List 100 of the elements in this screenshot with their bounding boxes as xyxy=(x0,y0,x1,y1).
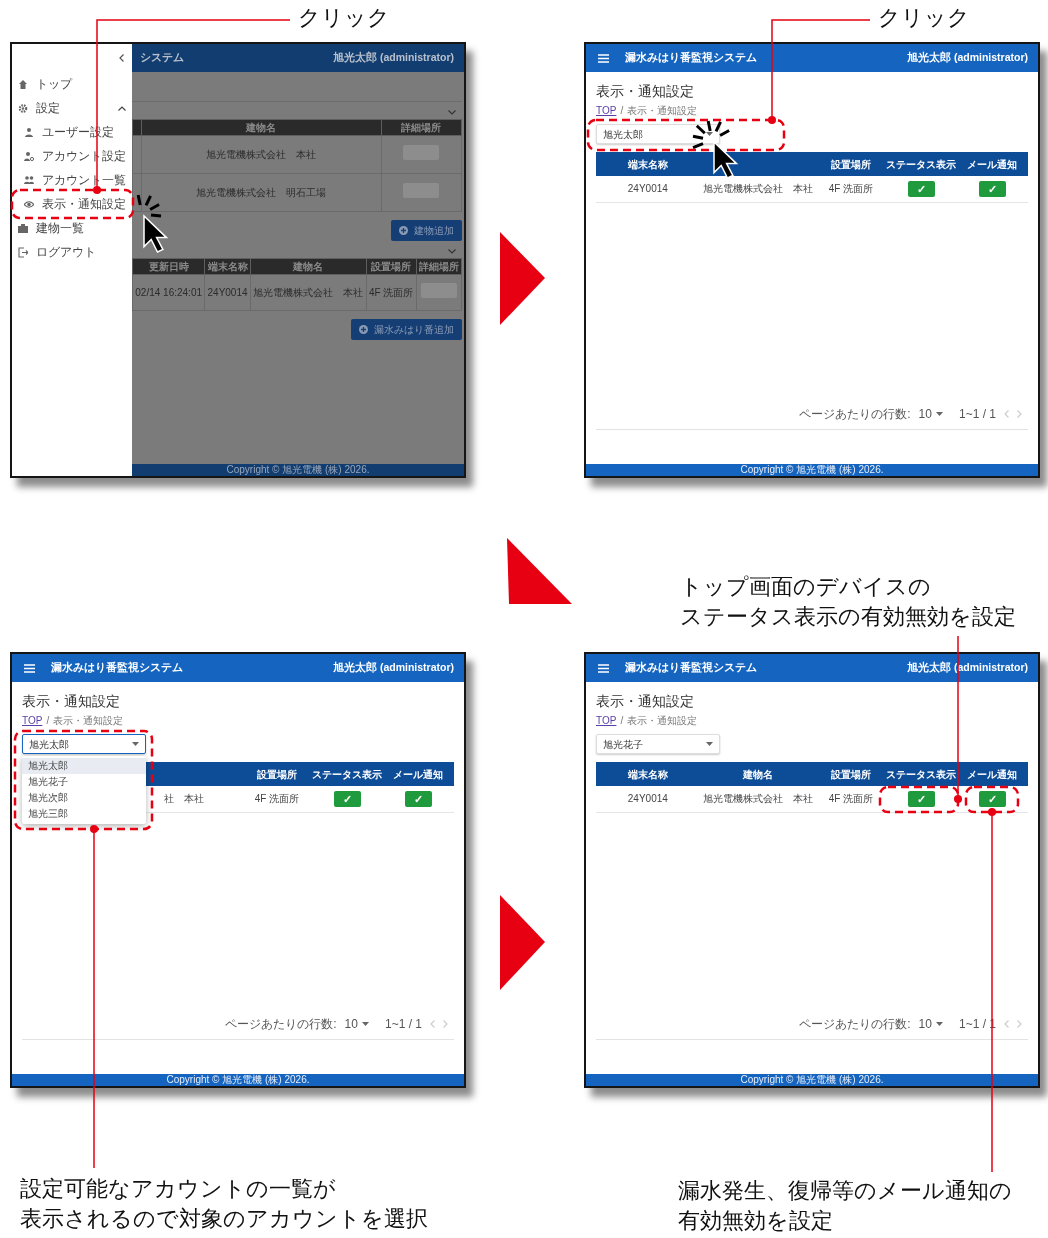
rows-per-page-select[interactable]: 10 xyxy=(918,1015,943,1033)
caret-icon xyxy=(706,132,713,136)
page-range: 1~1 / 1 xyxy=(958,406,996,423)
table-cell: 24Y0014 xyxy=(204,274,251,311)
caret-icon xyxy=(935,412,943,416)
caret-icon xyxy=(132,742,139,746)
column-header: 設置場所 xyxy=(816,152,886,176)
toggle-button[interactable]: ✓ xyxy=(978,790,1006,807)
user-name: 旭光太郎 (administrator) xyxy=(907,50,1028,66)
click-cursor-icon xyxy=(692,120,739,179)
column-header: 設置場所 xyxy=(242,762,312,786)
table-cell: 旭光電機株式会社 本社 xyxy=(250,274,367,311)
toggle-button[interactable]: ✓ xyxy=(404,790,432,807)
caret-icon xyxy=(361,1022,369,1026)
table-cell: 4F 洗面所 xyxy=(242,786,312,812)
footer-text: Copyright © 旭光電機 (株) 2026. xyxy=(586,1074,1038,1086)
menu-item[interactable]: 設定 xyxy=(12,96,132,120)
toggle-button[interactable]: ✓ xyxy=(333,790,361,807)
toggle-button[interactable]: ✓ xyxy=(907,180,935,197)
rows-per-page-select[interactable]: 10 xyxy=(344,1015,369,1033)
chevron-up-icon[interactable] xyxy=(118,105,126,111)
app-title: 漏水みはり番監視システム xyxy=(51,660,183,676)
column-header: 建物名 xyxy=(141,119,382,136)
column-header: ステータス表示 xyxy=(885,762,957,786)
callout-text: ステータス表示の有効無効を設定 xyxy=(680,603,1016,631)
table-cell: 24Y0014 xyxy=(596,786,700,812)
building-icon xyxy=(18,222,28,234)
person-gear-icon xyxy=(24,150,34,162)
callout-text: トップ画面のデバイスの xyxy=(680,573,931,601)
column-header: 端末名称 xyxy=(596,152,700,176)
plus-circle-icon xyxy=(399,226,408,235)
column-header: 端末名称 xyxy=(204,258,251,275)
footer-text: Copyright © 旭光電機 (株) 2026. xyxy=(586,464,1038,476)
column-header: 設置場所 xyxy=(816,762,886,786)
add-button[interactable]: 建物追加 xyxy=(391,220,462,241)
app-title: 漏水みはり番監視システム xyxy=(625,660,757,676)
gear-icon xyxy=(18,102,28,114)
column-header: 詳細場所 xyxy=(381,119,462,136)
user-name: 旭光太郎 (administrator) xyxy=(333,660,454,676)
column-header: 建物名 xyxy=(250,258,367,275)
breadcrumb-current: 表示・通知設定 xyxy=(627,714,698,728)
page-title: 表示・通知設定 xyxy=(596,692,695,710)
chevron-right-icon[interactable] xyxy=(1017,410,1022,418)
chevron-down-icon[interactable] xyxy=(448,249,456,254)
toggle-button[interactable]: ✓ xyxy=(978,180,1006,197)
column-header: ステータス表示 xyxy=(885,152,957,176)
user-name: 旭光太郎 (administrator) xyxy=(333,50,454,66)
account-select[interactable]: 旭光太郎 xyxy=(22,734,146,754)
table-cell: 4F 洗面所 xyxy=(366,274,417,311)
person-icon xyxy=(24,126,34,138)
page-title: 表示・通知設定 xyxy=(596,82,695,100)
click-cursor-icon xyxy=(136,194,169,253)
breadcrumb-link[interactable]: TOP xyxy=(22,714,43,728)
column-header: メール通知 xyxy=(956,762,1028,786)
column-header: ステータス表示 xyxy=(311,762,383,786)
rows-per-page-select[interactable]: 10 xyxy=(918,405,943,423)
rows-per-page-label: ページあたりの行数: xyxy=(799,406,911,423)
menu-item[interactable]: 建物一覧 xyxy=(12,216,132,240)
chevron-right-icon[interactable] xyxy=(1017,1020,1022,1028)
menu-icon[interactable] xyxy=(598,53,609,63)
callout-text: クリック xyxy=(878,4,970,32)
menu-icon[interactable] xyxy=(24,663,35,673)
breadcrumb-separator: / xyxy=(46,714,50,728)
callout-text: 漏水発生、復帰等のメール通知の xyxy=(678,1177,1012,1205)
column-header: 更新日時 xyxy=(132,258,205,275)
breadcrumb-current: 表示・通知設定 xyxy=(53,714,124,728)
column-header: 建物名 xyxy=(699,762,817,786)
breadcrumb-current: 表示・通知設定 xyxy=(627,104,698,118)
caret-icon xyxy=(706,742,713,746)
column-header: 端末名称 xyxy=(596,762,700,786)
chevron-down-icon[interactable] xyxy=(448,110,456,115)
rows-per-page-label: ページあたりの行数: xyxy=(799,1016,911,1033)
toggle-button[interactable]: ✓ xyxy=(907,790,935,807)
table-cell: 旭光電機株式会社 明石工場 xyxy=(141,173,382,212)
chevron-right-icon[interactable] xyxy=(443,1020,448,1028)
account-select[interactable]: 旭光太郎 xyxy=(596,124,720,144)
app-title: システム xyxy=(140,50,184,66)
home-icon xyxy=(18,78,28,90)
callout-text: 有効無効を設定 xyxy=(678,1207,833,1235)
arrow-icon xyxy=(507,538,572,604)
add-button[interactable]: 漏水みはり番追加 xyxy=(351,319,462,340)
account-select[interactable]: 旭光花子 xyxy=(596,734,720,754)
caret-icon xyxy=(935,1022,943,1026)
breadcrumb-link[interactable]: TOP xyxy=(596,104,617,118)
menu-icon[interactable] xyxy=(598,663,609,673)
table-cell: 旭光電機株式会社 本社 xyxy=(699,786,817,812)
breadcrumb-link[interactable]: TOP xyxy=(596,714,617,728)
menu-item[interactable]: トップ xyxy=(12,72,132,96)
dropdown-option[interactable]: 旭光太郎 xyxy=(22,758,146,774)
column-header: 詳細場所 xyxy=(416,258,462,275)
breadcrumb-separator: / xyxy=(620,104,624,118)
menu-item[interactable]: ログアウト xyxy=(12,240,132,264)
column-header: 設置場所 xyxy=(366,258,417,275)
arrow-icon xyxy=(500,232,545,325)
rows-per-page-label: ページあたりの行数: xyxy=(225,1016,337,1033)
menu-item[interactable]: 表示・通知設定 xyxy=(12,192,132,216)
footer-text: Copyright © 旭光電機 (株) 2026. xyxy=(12,1074,464,1086)
table-cell: 4F 洗面所 xyxy=(816,176,886,202)
callout-text: 表示されるので対象のアカウントを選択 xyxy=(20,1205,428,1233)
chevron-left-icon[interactable] xyxy=(119,54,124,62)
